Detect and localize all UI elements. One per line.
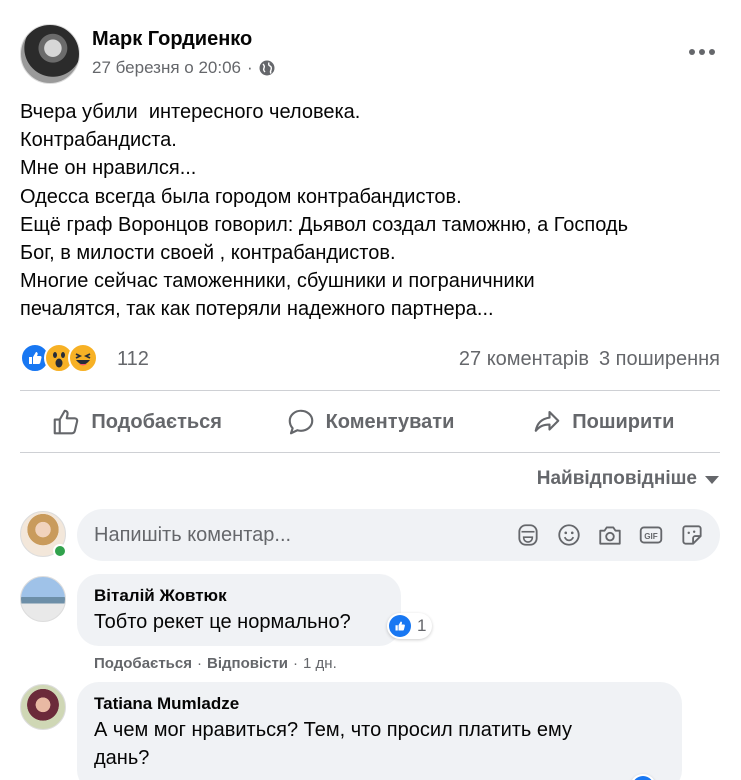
comment-reaction-count: 1 [417,616,427,635]
comment-text: Тобто рекет це нормально? [94,611,351,633]
comment-reply-link[interactable]: Відповісти [207,655,288,672]
shares-count[interactable]: 3 поширення [599,348,720,371]
gif-icon[interactable]: GIF [637,521,665,549]
post-meta: 27 березня о 20:06 · [92,58,275,78]
like-reaction-icon [389,615,411,637]
comment-reactions[interactable]: 1 [387,613,433,639]
camera-icon[interactable] [596,521,624,549]
divider [20,452,720,453]
more-options-icon[interactable] [684,38,720,66]
comment-item: Tatiana Mumladze А чем мог нравиться? Те… [20,682,720,780]
share-button[interactable]: Поширити [487,399,720,445]
haha-reaction-icon [68,343,98,373]
svg-text:GIF: GIF [644,532,658,541]
share-button-label: Поширити [572,410,675,433]
avatar-sticker-icon[interactable] [514,521,542,549]
comment-item: Віталій Жовтюк Тобто рекет це нормально?… [20,574,720,674]
separator: · [293,655,299,672]
author-avatar[interactable] [20,24,80,84]
comment-like-link[interactable]: Подобається [94,655,192,672]
comment-bubble-icon [288,409,313,435]
thumbs-up-icon [54,409,79,435]
caret-down-icon [705,476,719,484]
comment-actions: Подобається · Відповісти · 1 дн. [94,655,337,672]
post-text-line: Одесса всегда была городом контрабандист… [20,185,462,208]
comment-sort-label: Найвідповідніше [536,468,697,489]
post-action-bar: Подобається Коментувати Поширити [20,399,720,445]
comment-text: А чем мог нравиться? Тем, что просил пла… [94,719,572,769]
post-text-line: Многие сейчас таможенники, сбушники и по… [20,270,535,293]
comment-bubble: Віталій Жовтюк Тобто рекет це нормально? [77,574,401,646]
share-arrow-icon [534,410,560,432]
commenter-name[interactable]: Віталій Жовтюк [94,585,384,607]
comment-composer: GIF [20,509,720,561]
post-text-line: Вчера убили интересного человека. [20,101,361,123]
like-button[interactable]: Подобається [20,399,253,445]
divider [20,390,720,391]
author-name[interactable]: Марк Гордиенко [92,28,252,51]
post-text-line: Ещё граф Воронцов говорил: Дьявол создал… [20,213,629,236]
post-body: Вчера убили интересного человека. Контра… [20,98,720,324]
composer-icons: GIF [514,521,706,549]
comment-button-label: Коментувати [325,410,455,433]
post-header: Марк Гордиенко 27 березня о 20:06 · [20,24,720,84]
sticker-icon[interactable] [678,521,706,549]
globe-icon[interactable] [259,60,275,76]
post-timestamp[interactable]: 27 березня о 20:06 [92,58,241,78]
post-text-line: Мне он нравился... [20,157,197,180]
commenter-avatar[interactable] [20,576,66,622]
separator: · [196,655,202,672]
comment-sort-dropdown[interactable]: Найвідповідніше [537,468,719,490]
comment-bubble: Tatiana Mumladze А чем мог нравиться? Те… [77,682,682,780]
reaction-count[interactable]: 112 [117,348,149,371]
comments-shares: 27 коментарів 3 поширення [459,348,720,371]
commenter-avatar[interactable] [20,684,66,730]
online-status-dot [53,544,67,558]
emoji-icon[interactable] [555,521,583,549]
reaction-icons[interactable] [20,343,98,373]
comment-button[interactable]: Коментувати [253,399,486,445]
post-text-line: Бог, в милости своей , контрабандистов. [20,242,396,265]
comment-age[interactable]: 1 дн. [303,655,337,672]
commenter-name[interactable]: Tatiana Mumladze [94,693,665,715]
like-reaction-icon [632,776,654,780]
post-text-line: Контрабандиста. [20,129,177,152]
like-button-label: Подобається [91,410,222,433]
post-meta-separator: · [247,58,253,77]
comments-count[interactable]: 27 коментарів [459,348,589,371]
reactions-summary: 112 27 коментарів 3 поширення [20,343,720,375]
post-text-line: печалятся, так как потеряли надежного па… [20,298,494,321]
